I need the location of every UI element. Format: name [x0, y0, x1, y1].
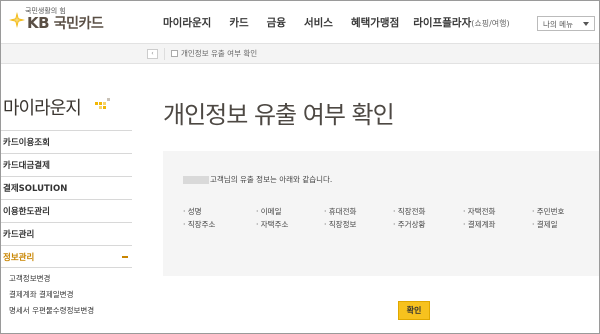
sidebar-submenu: 고객정보변경 결제계좌 결제일변경 명세서 우편물수령정보변경	[1, 268, 132, 321]
sidebar-subitem-statement-mail[interactable]: 명세서 우편물수령정보변경	[1, 305, 132, 321]
site-header: 국민생활의 힘 KB 국민카드 마이라운지 카드 금융 서비스 혜택가맹점 라이…	[1, 1, 599, 43]
breadcrumb-current: 개인정보 유출 여부 확인	[181, 49, 258, 58]
leaked-field: · 자택전화	[463, 207, 496, 216]
sidebar-menu: 카드이용조회 카드대금결제 결제SOLUTION 이용한도관리 카드관리 정보관…	[1, 130, 132, 321]
nav-label: 서비스	[303, 17, 333, 29]
sidebar-title: 마이라운지	[3, 98, 82, 119]
logo-wordmark: KB 국민카드	[27, 13, 104, 33]
sidebar-subitem-payment-account[interactable]: 결제계좌 결제일변경	[1, 289, 132, 305]
sidebar-item-info-manage[interactable]: 정보관리	[1, 245, 132, 268]
chevron-down-icon	[583, 22, 589, 26]
sidebar-subitem-label: 명세서 우편물수령정보변경	[9, 306, 95, 315]
nav-item-finance[interactable]: 금융	[267, 15, 286, 30]
leak-info-box: 고객님의 유출 정보는 아래와 같습니다. · 성명 · 이메일 · 휴대전화 …	[163, 151, 599, 276]
sidebar-item-label: 결제SOLUTION	[3, 184, 68, 194]
leaked-field: · 주거상황	[393, 220, 426, 229]
sidebar-subitem-label: 결제계좌 결제일변경	[9, 290, 74, 299]
nav-item-card[interactable]: 카드	[229, 15, 248, 30]
masked-customer-name	[183, 176, 209, 184]
sidebar-item-card-usage[interactable]: 카드이용조회	[1, 130, 132, 153]
sidebar-item-card-payment[interactable]: 카드대금결제	[1, 153, 132, 176]
sidebar-subitem-label: 고객정보변경	[9, 274, 51, 283]
confirm-button[interactable]: 확인	[398, 301, 430, 320]
leaked-field: · 결제일	[532, 220, 558, 229]
sidebar-item-label: 정보관리	[3, 253, 35, 263]
nav-label: 금융	[266, 17, 286, 29]
page-title: 개인정보 유출 여부 확인	[163, 101, 395, 129]
logo-card-text: 국민카드	[53, 16, 104, 32]
collapse-minus-icon	[122, 256, 128, 258]
browser-page: 국민생활의 힘 KB 국민카드 마이라운지 카드 금융 서비스 혜택가맹점 라이…	[0, 0, 600, 334]
dots-decoration-icon	[95, 98, 115, 112]
nav-item-benefit-stores[interactable]: 혜택가맹점	[351, 15, 399, 30]
sidebar-item-card-manage[interactable]: 카드관리	[1, 222, 132, 245]
nav-label: 마이라운지	[163, 17, 212, 29]
leaked-field: · 자택주소	[256, 220, 289, 229]
sidebar-item-label: 카드대금결제	[3, 161, 50, 171]
breadcrumb-divider	[164, 48, 165, 60]
nav-sub-label: (쇼핑/여행)	[471, 19, 510, 28]
sidebar: 마이라운지 카드이용조회 카드대금결제 결제SOLUTION 이용한도관리 카드…	[1, 64, 132, 333]
sidebar-item-payment-solution[interactable]: 결제SOLUTION	[1, 176, 132, 199]
leaked-field: · 이메일	[256, 207, 282, 216]
breadcrumb: ‹ 개인정보 유출 여부 확인	[1, 43, 599, 64]
my-menu-dropdown[interactable]: 나의 메뉴	[537, 16, 595, 31]
global-nav: 마이라운지 카드 금융 서비스 혜택가맹점 라이프플라자(쇼핑/여행)	[163, 15, 524, 30]
kb-star-icon	[9, 12, 25, 28]
sidebar-item-label: 카드이용조회	[3, 138, 50, 148]
my-menu-label: 나의 메뉴	[543, 20, 573, 29]
leaked-field: · 주민번호	[532, 207, 565, 216]
nav-item-mylounge[interactable]: 마이라운지	[163, 15, 211, 30]
leak-info-lead-text: 고객님의 유출 정보는 아래와 같습니다.	[210, 175, 333, 184]
sidebar-item-limit[interactable]: 이용한도관리	[1, 199, 132, 222]
leak-info-lead: 고객님의 유출 정보는 아래와 같습니다.	[183, 174, 332, 185]
nav-item-service[interactable]: 서비스	[304, 15, 333, 30]
nav-label: 라이프플라자	[413, 17, 472, 29]
sidebar-item-label: 이용한도관리	[3, 207, 50, 217]
nav-label: 혜택가맹점	[350, 17, 400, 29]
logo-kb-text: KB	[27, 14, 50, 32]
leaked-field: · 성명	[183, 207, 202, 216]
sidebar-item-label: 카드관리	[3, 230, 35, 240]
leaked-field: · 결제계좌	[463, 220, 496, 229]
leaked-field: · 직장정보	[324, 220, 357, 229]
back-arrow-icon[interactable]: ‹	[147, 49, 158, 59]
nav-item-life-plaza[interactable]: 라이프플라자(쇼핑/여행)	[413, 15, 509, 30]
nav-label: 카드	[229, 17, 249, 29]
leaked-field: · 직장주소	[183, 220, 216, 229]
leaked-field: · 휴대전화	[324, 207, 357, 216]
sidebar-subitem-customer-info[interactable]: 고객정보변경	[1, 273, 132, 289]
page-square-icon	[171, 50, 178, 57]
leaked-field: · 직장전화	[393, 207, 426, 216]
